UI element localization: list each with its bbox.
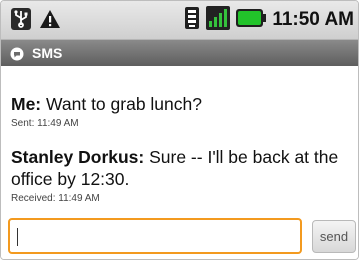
message-item[interactable]: Stanley Dorkus: Sure -- I'll be back at …	[11, 146, 356, 205]
title-bar: SMS	[1, 40, 358, 66]
message-sender: Stanley Dorkus:	[11, 147, 145, 167]
battery-icon	[236, 9, 267, 31]
message-input[interactable]	[8, 218, 302, 254]
message-sender: Me:	[11, 94, 42, 114]
status-bar: 11:50 AM	[1, 1, 358, 40]
message-item[interactable]: Me: Want to grab lunch? Sent: 11:49 AM	[11, 93, 356, 130]
compose-bar: send	[1, 215, 358, 259]
phone-screen: 11:50 AM SMS Me: Want to grab lunch? Sen…	[0, 0, 359, 260]
signal-icon	[206, 6, 231, 34]
message-list: Me: Want to grab lunch? Sent: 11:49 AM S…	[11, 93, 356, 205]
text-caret	[17, 228, 18, 246]
send-button[interactable]: send	[312, 220, 356, 253]
message-timestamp: Sent: 11:49 AM	[11, 118, 79, 129]
message-text: Want to grab lunch?	[46, 94, 202, 114]
sms-bubble-icon	[10, 46, 24, 61]
status-time: 11:50 AM	[272, 9, 354, 30]
message-timestamp: Received: 11:49 AM	[11, 193, 100, 204]
usb-icon	[11, 8, 31, 34]
vibrate-icon	[184, 6, 200, 34]
app-title: SMS	[32, 45, 63, 61]
warning-icon	[39, 9, 61, 33]
